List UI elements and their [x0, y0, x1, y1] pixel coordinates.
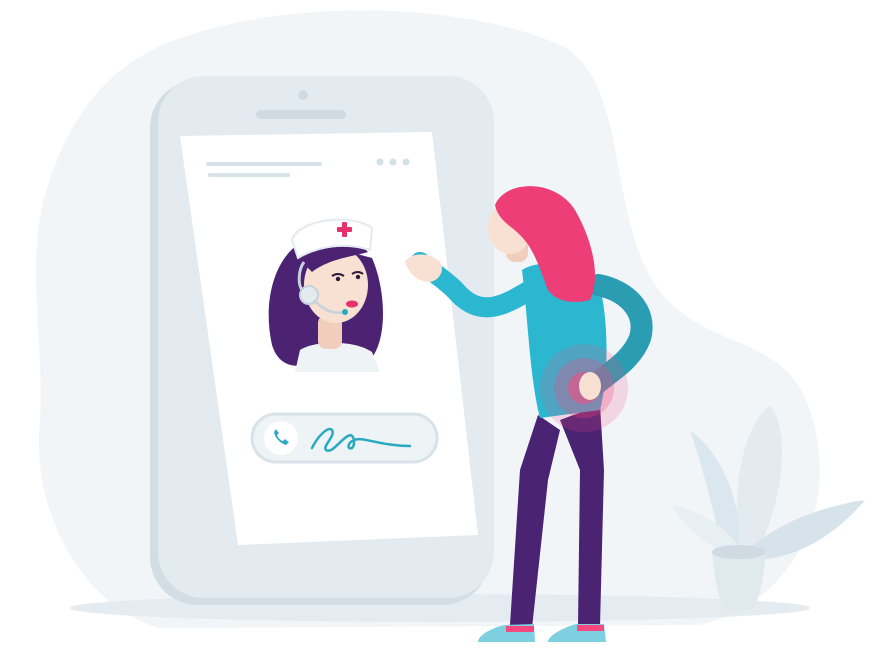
telehealth-illustration: [0, 0, 875, 664]
header-line-2: [208, 173, 290, 177]
phone-icon[interactable]: [264, 421, 298, 455]
more-dots-icon[interactable]: [376, 158, 410, 166]
phone-speaker: [256, 110, 346, 119]
header-line-1: [206, 162, 322, 166]
phone-camera: [298, 90, 308, 100]
call-bar[interactable]: [250, 412, 439, 464]
